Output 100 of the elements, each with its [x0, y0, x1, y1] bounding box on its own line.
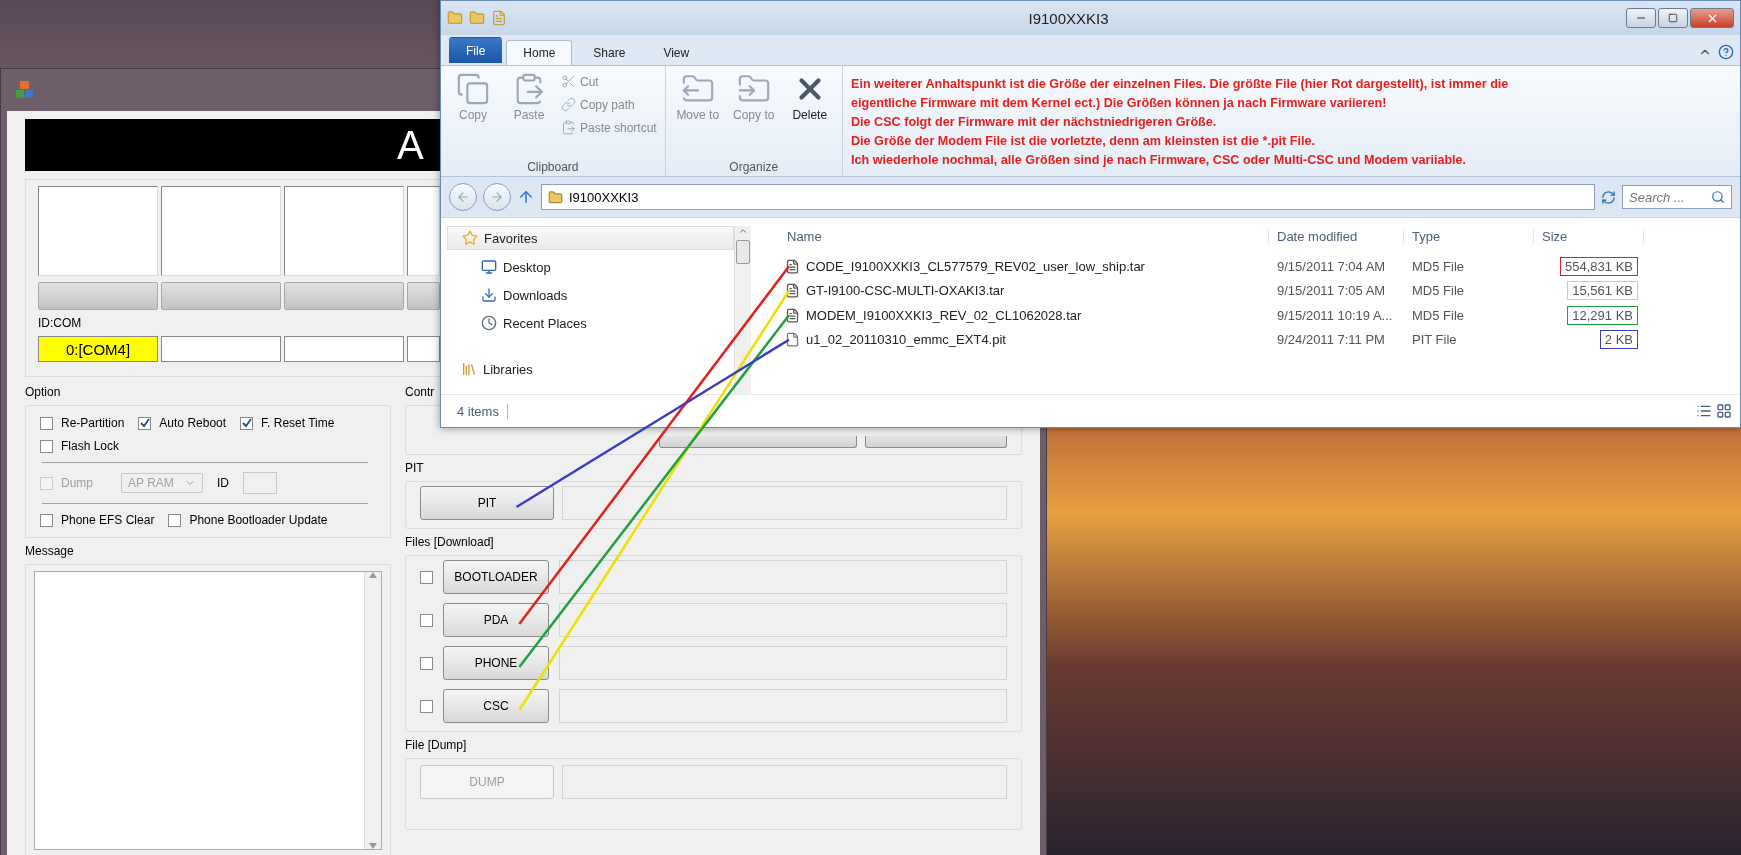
checkbox-label: Re-Partition [61, 416, 125, 430]
checkbox-label: Phone Bootloader Update [189, 513, 328, 527]
file-date: 9/15/2011 7:04 AM [1276, 258, 1387, 274]
download-icon [481, 287, 497, 303]
annotation-text: Die CSC folgt der Firmware mit der nächstniedrigeren Größe. [851, 114, 1218, 131]
scroll-up-icon [738, 226, 748, 236]
column-header[interactable]: Date modified [1269, 228, 1404, 244]
file-name[interactable]: CODE_I9100XXKI3_CL577579_REV02_user_low_ship.tar [806, 258, 1145, 274]
id-field[interactable] [243, 472, 277, 494]
checkbox[interactable] [40, 513, 53, 527]
file-name[interactable]: u1_02_20110310_emmc_EXT4.pit [806, 332, 1006, 348]
nav-item[interactable]: Libraries [447, 358, 734, 380]
checkbox[interactable] [240, 416, 254, 430]
nav-item[interactable]: Recent Places [447, 312, 734, 334]
clock-icon [481, 315, 497, 331]
folder-icon [469, 10, 485, 26]
file-icon [785, 258, 800, 274]
file-type: PIT File [1411, 332, 1458, 348]
link-icon [561, 97, 576, 112]
back-button[interactable] [449, 183, 477, 211]
checkbox-label: Auto Reboot [159, 416, 227, 430]
ribbon-tab[interactable]: File [449, 37, 503, 63]
file-size: 12,291 KB [1567, 305, 1638, 325]
copy-icon [456, 72, 490, 106]
scissors-icon [561, 74, 576, 89]
path-field[interactable] [562, 486, 1007, 520]
checkbox[interactable] [420, 613, 433, 627]
pit-button[interactable]: PIT [420, 486, 554, 520]
ribbon-tab[interactable]: Home [506, 40, 573, 65]
path-field[interactable] [562, 765, 1007, 799]
folder-icon [548, 189, 563, 205]
checkbox[interactable] [168, 513, 182, 527]
close-button[interactable] [1690, 8, 1734, 28]
control-button[interactable] [865, 436, 1007, 448]
scroll-thumb[interactable] [736, 240, 750, 264]
file-type: MD5 File [1411, 283, 1465, 299]
file-size: 554,831 KB [1560, 256, 1638, 276]
file-date: 9/15/2011 10:19 A... [1276, 307, 1394, 323]
group-title: PIT [405, 461, 425, 475]
file-button[interactable]: BOOTLOADER [443, 560, 549, 594]
checkbox[interactable] [40, 439, 53, 453]
nav-item[interactable]: Downloads [447, 284, 734, 306]
checkbox-label: Flash Lock [61, 439, 120, 453]
ribbon-tab[interactable]: Share [576, 40, 643, 65]
details-view-icon[interactable] [1696, 403, 1712, 419]
group-title: Option [25, 385, 62, 399]
checkbox-label: Dump [61, 476, 93, 490]
column-header[interactable]: Name [779, 228, 1269, 244]
group-title: Message [25, 544, 75, 558]
group-title: Files [Download] [405, 535, 495, 549]
path-field[interactable] [559, 603, 1007, 637]
ribbon-button[interactable]: Delete [783, 70, 836, 160]
path-field[interactable] [559, 646, 1007, 680]
annotation-text: Ich wiederhole nochmal, alle Größen sind je nach Firmware, CSC oder Multi-CSC und Modem variiable. [851, 152, 1468, 169]
ribbon-group-label: Organize [728, 160, 780, 174]
maximize-icon [1668, 13, 1678, 23]
minimize-button[interactable] [1626, 8, 1656, 28]
checkbox-label: Phone EFS Clear [61, 513, 155, 527]
window-title: I9100XXKI3 [1027, 9, 1110, 27]
address-bar[interactable]: I9100XXKI3 [541, 184, 1595, 210]
com-port-cell: 0:[COM4] [38, 336, 158, 362]
file-name[interactable]: MODEM_I9100XXKI3_REV_02_CL1062028.tar [806, 307, 1082, 323]
file-type: MD5 File [1411, 258, 1465, 274]
library-icon [461, 361, 477, 377]
id-com-label: ID:COM [38, 316, 82, 330]
file-size: 15,561 KB [1567, 281, 1638, 301]
forward-button[interactable] [483, 183, 511, 211]
file-button[interactable]: PHONE [443, 646, 549, 680]
scroll-down-icon [369, 843, 377, 849]
refresh-icon[interactable] [1601, 189, 1616, 205]
group-title: Contr [405, 385, 436, 399]
star-icon [462, 230, 478, 246]
file-icon [785, 283, 800, 299]
file-date: 9/24/2011 7:11 PM [1276, 332, 1386, 348]
file-name[interactable]: GT-I9100-CSC-MULTI-OXAKI3.tar [806, 283, 1005, 299]
nav-item[interactable]: Desktop [447, 256, 734, 278]
maximize-button[interactable] [1658, 8, 1688, 28]
ribbon-tab[interactable]: View [646, 40, 707, 65]
checkbox[interactable] [40, 416, 53, 430]
checkbox[interactable] [138, 416, 152, 430]
status-text: 4 items [449, 403, 508, 419]
annotation-text: eigentliche Firmware mit dem Kernel ect.) Die Größen können ja nach Firmware variieren! [851, 95, 1388, 112]
app-logo-icon [15, 80, 35, 100]
tiles-view-icon[interactable] [1716, 403, 1732, 419]
search-field[interactable]: Search ... [1622, 185, 1732, 209]
control-button[interactable] [659, 436, 857, 448]
column-header[interactable]: Size [1534, 228, 1644, 244]
path-field[interactable] [559, 560, 1007, 594]
checkbox[interactable] [420, 699, 433, 713]
checkbox[interactable] [420, 570, 433, 584]
file-button[interactable]: CSC [443, 689, 549, 723]
annotation-text: Ein weiterer Anhaltspunkt ist die Größe der einzelnen Files. Die größte File (hier Rot dargestellt), ist immer die [851, 76, 1509, 93]
checkbox[interactable] [420, 656, 433, 670]
id-label: ID [217, 476, 229, 490]
search-icon [1711, 190, 1725, 204]
path-field[interactable] [559, 689, 1007, 723]
column-header[interactable]: Type [1404, 228, 1534, 244]
file-button[interactable]: PDA [443, 603, 549, 637]
nav-item[interactable]: Favorites [447, 226, 734, 250]
help-icon[interactable] [1718, 44, 1734, 60]
